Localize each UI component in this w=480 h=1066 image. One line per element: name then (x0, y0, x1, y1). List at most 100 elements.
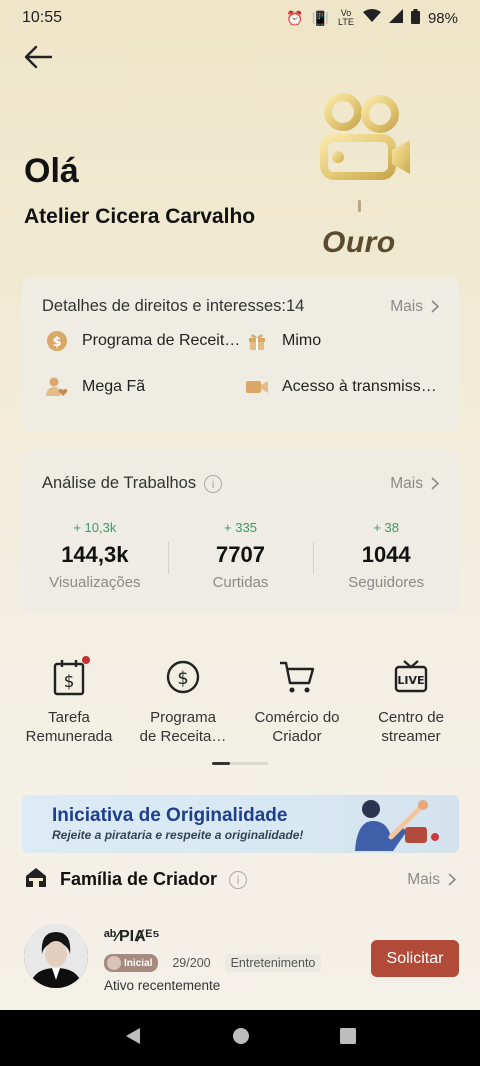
tool-streamer-center[interactable]: LIVE Centro de streamer (354, 656, 468, 746)
system-nav-bar (0, 1010, 480, 1066)
video-camera-icon (246, 376, 268, 398)
family-members: 29/200 (172, 956, 211, 970)
greeting: Olá (24, 152, 79, 190)
family-name: ᵃᵇ⁄PIȺᴱ⁵ (104, 928, 160, 945)
tool-paid-task[interactable]: $ Tarefa Remunerada (12, 656, 126, 746)
battery-icon (410, 8, 420, 28)
banner-title: Iniciativa de Originalidade (52, 805, 288, 826)
level-label: Ouro (322, 226, 396, 259)
stat-label: Curtidas (212, 574, 269, 591)
tool-label: Centro de streamer (378, 709, 444, 745)
request-button[interactable]: Solicitar (371, 940, 459, 977)
family-level-pill: Inicial (104, 954, 159, 972)
right-item-label: Acesso à transmiss… (282, 378, 437, 395)
stat-followers[interactable]: + 38 1044 Seguidores (313, 520, 459, 591)
dollar-circle-icon: $ (126, 656, 240, 698)
status-time: 10:55 (22, 9, 63, 26)
family-status: Ativo recentemente (104, 978, 221, 993)
rights-more-label: Mais (390, 297, 423, 315)
tools-row: $ Tarefa Remunerada $ Programa de Receita…… (0, 656, 480, 746)
signal-icon (388, 9, 403, 27)
gift-icon (246, 330, 268, 352)
back-button[interactable] (20, 40, 56, 74)
family-title-wrap: Família de Criador i (24, 866, 248, 893)
svg-text:LIVE: LIVE (397, 674, 424, 687)
rights-more-link[interactable]: Mais (390, 298, 439, 316)
stat-label: Visualizações (49, 574, 141, 591)
stat-label: Seguidores (348, 574, 425, 591)
wifi-icon (362, 9, 381, 27)
nav-recents-icon[interactable] (340, 1027, 356, 1049)
arrow-left-icon (24, 45, 53, 69)
tool-revenue-program[interactable]: $ Programa de Receita… (126, 656, 240, 746)
family-header: Família de Criador i Mais (24, 866, 456, 893)
heart-badge-icon (107, 956, 121, 970)
rights-grid: $ Programa de Receit… Mimo Mega Fã Acess… (22, 316, 459, 426)
avatar[interactable] (24, 924, 88, 988)
tool-label: Programa de Receita… (139, 709, 227, 745)
username: Atelier Cicera Carvalho (24, 205, 256, 228)
shopping-cart-icon (240, 656, 354, 698)
stat-value: 7707 (216, 542, 265, 567)
svg-text:$: $ (177, 668, 188, 689)
right-item-label: Programa de Receit… (82, 332, 241, 349)
stat-views[interactable]: + 10,3k 144,3k Visualizações (22, 520, 168, 591)
right-item-label: Mega Fã (82, 378, 146, 395)
battery-percent: 98% (427, 9, 458, 27)
family-meta: Inicial 29/200 Entretenimento (104, 954, 322, 972)
fan-heart-icon (46, 376, 68, 398)
nav-home-icon[interactable] (232, 1027, 250, 1050)
live-tv-icon: LIVE (354, 656, 468, 698)
analysis-more-label: Mais (390, 474, 423, 492)
status-bar: 10:55 ⏰ 📳 Vo LTE 98% (0, 0, 480, 36)
rights-title: Detalhes de direitos e interesses:14 (42, 297, 305, 315)
stat-likes[interactable]: + 335 7707 Curtidas (167, 520, 314, 591)
family-category: Entretenimento (224, 954, 322, 972)
banner-subtitle: Rejeite a pirataria e respeite a origina… (52, 828, 304, 842)
level-badge-icon (310, 88, 420, 198)
chevron-right-icon (431, 477, 439, 490)
family-more-label: Mais (407, 870, 440, 888)
right-item-revenue[interactable]: $ Programa de Receit… (46, 330, 240, 352)
analysis-title: Análise de Trabalhos (42, 474, 197, 492)
paid-task-icon: $ (12, 656, 126, 698)
stat-delta: + 38 (373, 520, 400, 535)
page-indicator (212, 762, 268, 765)
analysis-header: Análise de Trabalhos i Mais (22, 450, 459, 493)
info-icon[interactable]: i (204, 474, 223, 493)
right-item-gift[interactable]: Mimo (246, 330, 321, 352)
stat-delta: + 335 (224, 520, 257, 535)
right-item-live-access[interactable]: Acesso à transmiss… (246, 376, 437, 398)
family-more-link[interactable]: Mais (407, 871, 456, 889)
tool-label: Tarefa Remunerada (25, 709, 113, 745)
stat-value: 1044 (361, 542, 411, 567)
family-level-label: Inicial (124, 957, 153, 969)
page-indicator-active (212, 762, 230, 765)
family-house-icon (24, 866, 48, 893)
stat-delta: + 10,3k (73, 520, 117, 535)
analysis-card: Análise de Trabalhos i Mais + 10,3k 144,… (22, 450, 459, 613)
dollar-coin-icon: $ (46, 330, 68, 352)
tool-label: Comércio do Criador (254, 709, 340, 745)
nav-back-icon[interactable] (124, 1027, 142, 1050)
originality-banner[interactable]: Iniciativa de Originalidade Rejeite a pi… (22, 795, 459, 853)
vibrate-icon: 📳 (311, 9, 329, 26)
family-item[interactable]: ᵃᵇ⁄PIȺᴱ⁵ Inicial 29/200 Entretenimento A… (24, 924, 460, 994)
stats-row: + 10,3k 144,3k Visualizações + 335 7707 … (22, 520, 459, 591)
volte-label: Vo LTE (338, 8, 354, 27)
right-item-megafan[interactable]: Mega Fã (46, 376, 145, 398)
chevron-right-icon (448, 873, 456, 886)
notification-dot (82, 656, 90, 664)
tool-creator-commerce[interactable]: Comércio do Criador (240, 656, 354, 746)
stat-value: 144,3k (61, 542, 129, 567)
info-icon[interactable]: i (229, 870, 248, 889)
level-divider (358, 200, 361, 212)
analysis-title-wrap: Análise de Trabalhos i (42, 474, 223, 493)
alarm-icon: ⏰ (286, 9, 304, 26)
analysis-more-link[interactable]: Mais (390, 475, 439, 493)
chevron-right-icon (431, 300, 439, 313)
status-icons: ⏰ 📳 Vo LTE 98% (286, 8, 458, 28)
rights-card: Detalhes de direitos e interesses:14 Mai… (22, 277, 459, 431)
family-title: Família de Criador (60, 869, 218, 889)
banner-illustration-icon (341, 797, 441, 851)
